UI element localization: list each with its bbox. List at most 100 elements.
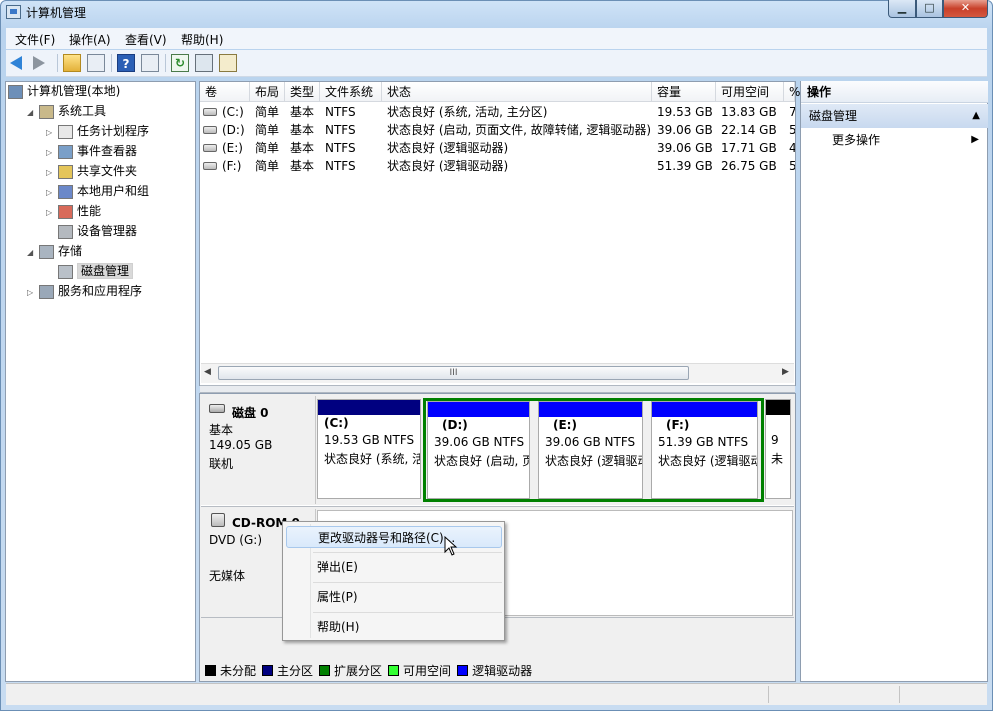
properties-icon[interactable]: [195, 54, 213, 72]
tree-item[interactable]: ◢ 存储: [27, 241, 82, 261]
volume-cell: NTFS: [325, 159, 356, 173]
volume-cell: 状态良好 (系统, 活动, 主分区): [387, 105, 548, 119]
partition-logical-1[interactable]: (D:) 39.06 GB NTFS 状态良好 (启动, 页面文件, 故障转储, 逻…: [427, 401, 530, 499]
tree-item[interactable]: ▷ 本地用户和组: [46, 181, 149, 201]
maximize-button[interactable]: □: [916, 0, 943, 18]
legend-label: 未分配: [220, 664, 257, 678]
context-properties[interactable]: 属性(P): [286, 586, 502, 608]
menu-file[interactable]: 文件(F): [15, 31, 55, 48]
tree-item[interactable]: ▷ 共享文件夹: [46, 161, 137, 181]
tree-item[interactable]: ◢ 系统工具: [27, 101, 106, 121]
menu-view[interactable]: 查看(V): [125, 31, 167, 48]
partition-name: (E:): [553, 418, 577, 432]
column-header[interactable]: 文件系统: [320, 82, 382, 102]
more-actions-item[interactable]: 更多操作 ▶: [801, 129, 988, 151]
tree-item[interactable]: ▷ 性能: [46, 201, 101, 221]
minimize-button[interactable]: ▁: [888, 0, 916, 18]
context-eject[interactable]: 弹出(E): [286, 556, 502, 578]
volume-cell: (E:): [222, 141, 243, 155]
menu-action[interactable]: 操作(A): [69, 31, 111, 48]
help-icon[interactable]: ?: [117, 54, 135, 72]
context-help[interactable]: 帮助(H): [286, 616, 502, 638]
column-header[interactable]: 状态: [382, 82, 652, 102]
volume-row[interactable]: (D:) 简单 基本 NTFS 状态良好 (启动, 页面文件, 故障转储, 逻辑驱动器)…: [200, 121, 795, 139]
cdrom-drive: DVD (G:): [209, 533, 262, 547]
partition-primary-0[interactable]: (C:) 19.53 GB NTFS 状态良好 (系统, 活动, 主分区): [317, 399, 421, 499]
refresh-icon[interactable]: ↻: [171, 54, 189, 72]
hard-disk-icon: [209, 404, 225, 413]
tree-item[interactable]: 磁盘管理: [46, 261, 134, 281]
partition-size: 39.06 GB NTFS: [434, 435, 525, 449]
partition-unallocated-4[interactable]: 9未: [765, 399, 791, 499]
actions-section-disk-management[interactable]: 磁盘管理 ▲: [801, 104, 988, 128]
legend-item: 可用空间: [388, 664, 451, 678]
tree-item[interactable]: ▷ 事件查看器: [46, 141, 137, 161]
column-header[interactable]: %: [784, 82, 800, 102]
legend-label: 逻辑驱动器: [472, 664, 533, 678]
partition-status: 状态良好 (启动, 页面文件, 故障转储, 逻辑驱动器): [434, 454, 529, 468]
disk0-info[interactable]: 磁盘 0 基本 149.05 GB 联机: [201, 396, 316, 504]
tree-expanded-icon[interactable]: ◢: [27, 243, 39, 263]
close-button[interactable]: ✕: [943, 0, 988, 18]
scroll-right-arrow-icon[interactable]: ▶: [782, 367, 789, 377]
context-menu: 更改驱动器号和路径(C)... 弹出(E) 属性(P) 帮助(H): [282, 521, 505, 641]
tree-item[interactable]: ▷ 服务和应用程序: [27, 281, 142, 301]
volume-cell: 5: [789, 123, 795, 137]
column-header[interactable]: 容量: [652, 82, 716, 102]
partition-size: 39.06 GB NTFS: [545, 435, 636, 449]
tree-item-label: 任务计划程序: [77, 124, 150, 138]
tree-collapsed-icon[interactable]: ▷: [46, 163, 58, 183]
volume-cell: 13.83 GB: [721, 105, 777, 119]
computer-icon: [8, 84, 23, 99]
context-separator: [313, 582, 502, 583]
volume-cell: 简单: [255, 159, 280, 173]
export-list-icon[interactable]: [219, 54, 237, 72]
partition-color-bar: [539, 402, 642, 417]
column-header[interactable]: 布局: [250, 82, 285, 102]
tree-item-label: 存储: [58, 244, 83, 258]
column-header[interactable]: 可用空间: [716, 82, 784, 102]
tree-item[interactable]: 设备管理器: [46, 221, 137, 241]
column-header[interactable]: 类型: [285, 82, 320, 102]
up-folder-icon[interactable]: [63, 54, 81, 72]
tree-expanded-icon[interactable]: ◢: [27, 103, 39, 123]
forward-button[interactable]: [33, 56, 51, 74]
partition-color-bar: [428, 402, 529, 417]
tree-collapsed-icon[interactable]: ▷: [46, 183, 58, 203]
volume-cell: 基本: [290, 105, 315, 119]
volume-cell: 5: [789, 159, 795, 173]
scroll-left-arrow-icon[interactable]: ◀: [204, 367, 211, 377]
event-viewer-icon: [58, 144, 73, 159]
collapse-up-icon: ▲: [972, 110, 980, 121]
tree-item[interactable]: ▷ 任务计划程序: [46, 121, 149, 141]
window-title: 计算机管理: [26, 6, 87, 20]
tree-collapsed-icon[interactable]: ▷: [46, 203, 58, 223]
tree-collapsed-icon[interactable]: ▷: [46, 143, 58, 163]
partition-logical-3[interactable]: (F:) 51.39 GB NTFS 状态良好 (逻辑驱动器): [651, 401, 758, 499]
tree-collapsed-icon[interactable]: ▷: [46, 123, 58, 143]
pane-splitter[interactable]: [200, 385, 795, 393]
volume-cell: 17.71 GB: [721, 141, 777, 155]
clock-icon: [58, 124, 73, 139]
status-divider: [768, 686, 769, 703]
title-bar[interactable]: [0, 0, 993, 26]
scroll-thumb[interactable]: III: [218, 366, 689, 380]
volume-cell: 51.39 GB: [657, 159, 713, 173]
menu-help[interactable]: 帮助(H): [181, 31, 223, 48]
volume-cell: 39.06 GB: [657, 123, 713, 137]
back-button[interactable]: [10, 56, 28, 74]
volume-row[interactable]: (F:) 简单 基本 NTFS 状态良好 (逻辑驱动器) 51.39 GB 26.75 GB…: [200, 157, 795, 175]
column-header[interactable]: 卷: [200, 82, 250, 102]
legend-label: 主分区: [277, 664, 314, 678]
legend-swatch: [262, 665, 274, 676]
partition-logical-2[interactable]: (E:) 39.06 GB NTFS 状态良好 (逻辑驱动器): [538, 401, 643, 499]
context-change-drive-letter[interactable]: 更改驱动器号和路径(C)...: [286, 526, 502, 548]
show-hide-tree-icon[interactable]: [87, 54, 105, 72]
storage-icon: [39, 244, 54, 259]
tree-collapsed-icon[interactable]: ▷: [27, 283, 39, 303]
tree-item[interactable]: 计算机管理(本地): [8, 81, 120, 101]
volume-row[interactable]: (E:) 简单 基本 NTFS 状态良好 (逻辑驱动器) 39.06 GB 17.71 GB…: [200, 139, 795, 157]
volume-row[interactable]: (C:) 简单 基本 NTFS 状态良好 (系统, 活动, 主分区) 19.53 GB 13…: [200, 103, 795, 121]
show-hide-action-pane-icon[interactable]: [141, 54, 159, 72]
disk-management-icon: [58, 264, 73, 279]
